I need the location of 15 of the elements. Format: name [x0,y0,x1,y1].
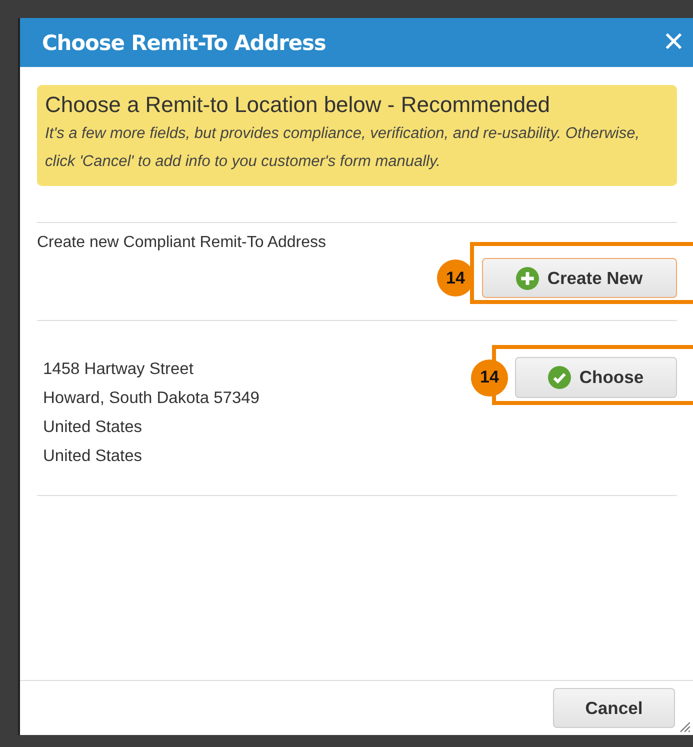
choose-button[interactable]: Choose [515,357,677,398]
step-badge: 14 [471,359,508,396]
notice-heading: Choose a Remit-to Location below - Recommended [45,92,552,118]
address-line: United States [43,446,144,467]
close-button[interactable]: ✕ [654,27,693,58]
address-line: Howard, South Dakota 57349 [43,388,260,409]
create-new-button[interactable]: Create New [482,258,677,298]
window-title: Choose Remit-To Address [42,30,326,54]
notice-text: It's a few more fields, but provides compliance, verification, and re-usability. Otherwise, click 'Cancel' to add info to you customer's form manually. [45,124,641,172]
checkmark-icon [548,366,572,389]
cancel-button[interactable]: Cancel [553,688,675,728]
address-line: United States [43,417,144,438]
address-line: 1458 Hartway Street [43,359,194,380]
plus-icon [516,266,540,290]
section-label: Create new Compliant Remit-To Address [37,234,328,252]
